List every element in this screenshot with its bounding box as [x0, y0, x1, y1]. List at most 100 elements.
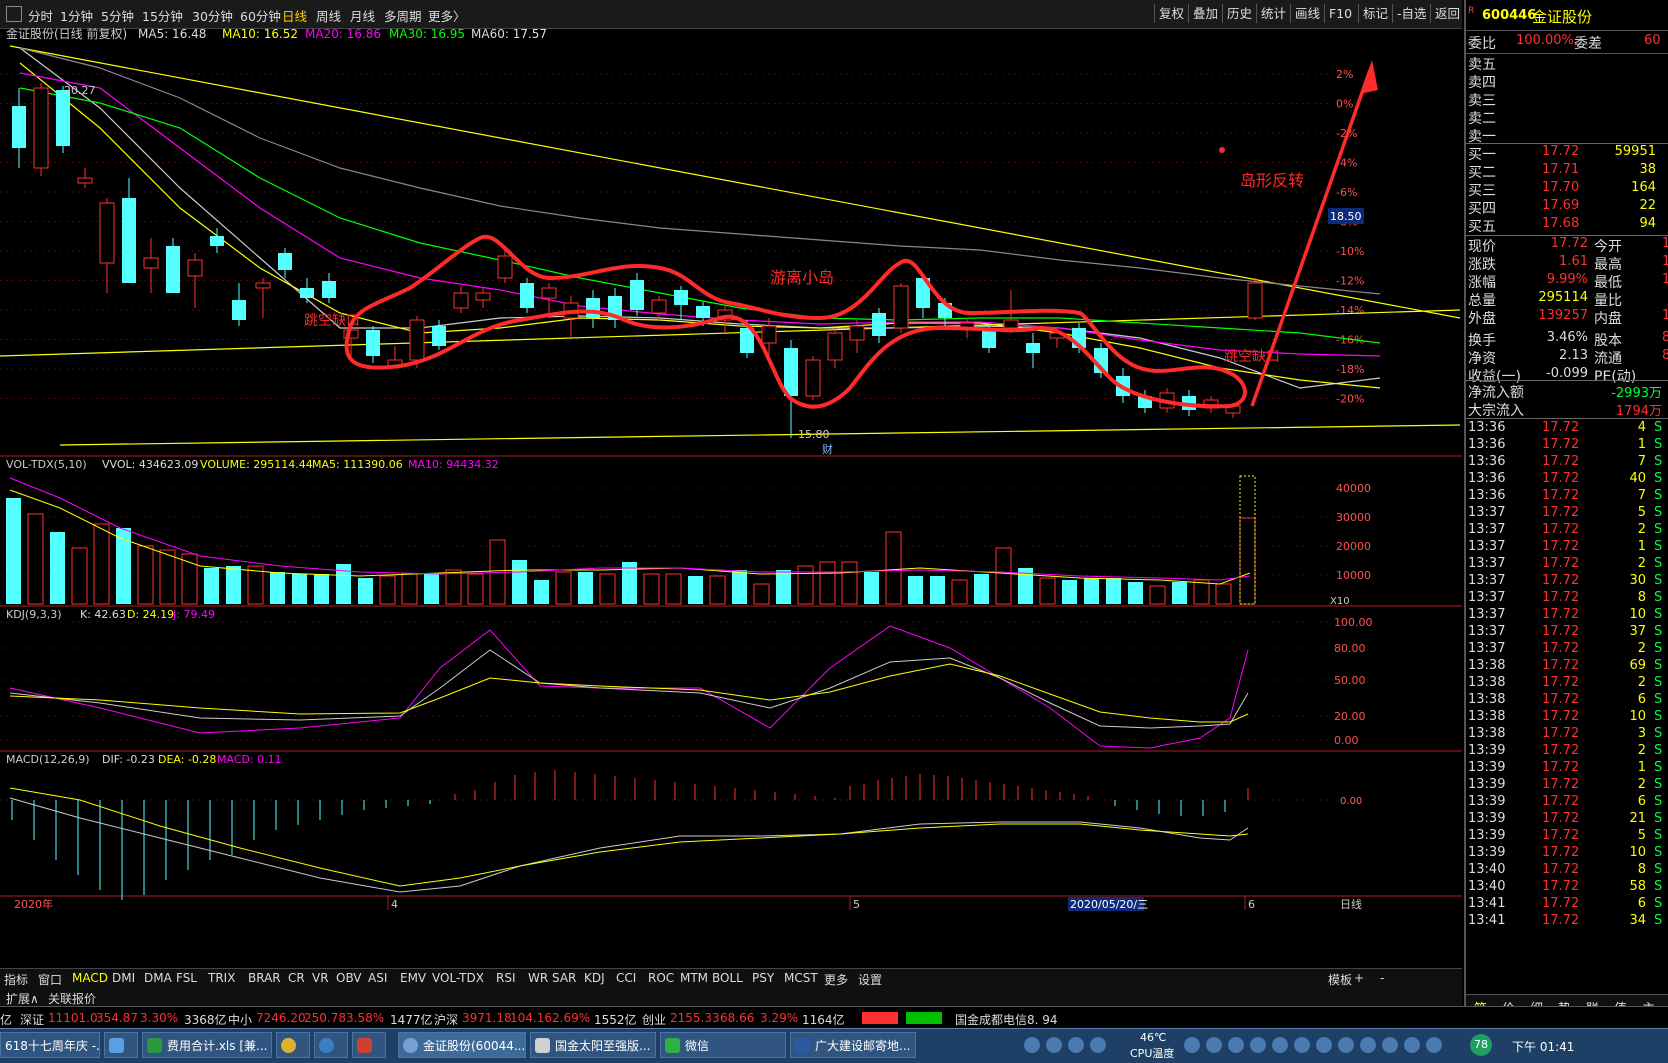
overlay-button[interactable]: 叠加	[1188, 4, 1222, 23]
indicator-tab-7[interactable]: BRAR	[248, 971, 281, 985]
volume-bar	[50, 532, 65, 604]
indicator-tab-11[interactable]: ASI	[368, 971, 387, 985]
indicator-tab-0[interactable]: 指标	[4, 971, 28, 988]
taskbar-item-guojin[interactable]: 国金太阳至强版...	[530, 1032, 656, 1058]
tab-30min[interactable]: 30分钟	[192, 6, 233, 25]
taskbar-item-0[interactable]: 618十七周年庆 -...	[0, 1032, 100, 1058]
tab-5min[interactable]: 5分钟	[101, 6, 134, 25]
volume-bar	[974, 574, 989, 604]
tab-more[interactable]: 更多〉	[428, 6, 466, 25]
tray-icon-8[interactable]	[1250, 1037, 1266, 1053]
indicator-tab-10[interactable]: OBV	[336, 971, 362, 985]
candle-body	[122, 198, 136, 283]
tab-monthly[interactable]: 月线	[350, 6, 375, 25]
f10-button[interactable]: F10	[1324, 4, 1356, 23]
taskbar-item-stock[interactable]: 金证股份(60044...	[398, 1032, 526, 1058]
tray-icon-13[interactable]	[1360, 1037, 1376, 1053]
volume-bar	[709, 575, 726, 605]
back-button[interactable]: 返回	[1430, 4, 1464, 23]
indicator-tab-18[interactable]: CCI	[616, 971, 636, 985]
taskbar-item-excel[interactable]: 费用合计.xls [兼...	[142, 1032, 272, 1058]
cursor-date: 2020/05/20/三	[1070, 898, 1148, 911]
tray-icon-15[interactable]	[1404, 1037, 1420, 1053]
tab-1min[interactable]: 1分钟	[60, 6, 93, 25]
taskbar-item-chrome[interactable]	[276, 1032, 310, 1058]
tab-60min[interactable]: 60分钟	[240, 6, 281, 25]
history-button[interactable]: 历史	[1222, 4, 1256, 23]
watchlist-button[interactable]: -自选	[1392, 4, 1431, 23]
tray-icon-7[interactable]	[1228, 1037, 1244, 1053]
mark-button[interactable]: 标记	[1358, 4, 1392, 23]
tray-icon-14[interactable]	[1382, 1037, 1398, 1053]
indicator-tab-3[interactable]: DMI	[112, 971, 135, 985]
indicator-tab-6[interactable]: TRIX	[208, 971, 235, 985]
gap-label-1: 跳空缺口	[304, 313, 360, 329]
taskbar-item-browser[interactable]	[104, 1032, 138, 1058]
volume-bar	[379, 575, 396, 605]
chart-area[interactable]: 2%0%-2%-4%-6%-8%-10%-12%-14%-16%-18%-20%…	[0, 26, 1476, 956]
volume-bar	[1128, 582, 1143, 604]
indicator-tab-8[interactable]: CR	[288, 971, 305, 985]
tab-15min[interactable]: 15分钟	[142, 6, 183, 25]
indicator-tab-12[interactable]: EMV	[400, 971, 426, 985]
kdj-axis-label: 20.00	[1334, 710, 1366, 723]
tray-icon-3[interactable]	[1068, 1037, 1084, 1053]
candle-body	[232, 300, 246, 320]
indicator-tab-5[interactable]: FSL	[176, 971, 197, 985]
tray-icon-12[interactable]	[1338, 1037, 1354, 1053]
volume-bar	[204, 568, 219, 604]
kline-chart[interactable]: 2%0%-2%-4%-6%-8%-10%-12%-14%-16%-18%-20%…	[0, 26, 1476, 968]
tray-icon-10[interactable]	[1294, 1037, 1310, 1053]
tray-icon-6[interactable]	[1206, 1037, 1222, 1053]
indicator-tab-22[interactable]: PSY	[752, 971, 774, 985]
window-icon[interactable]	[6, 6, 22, 22]
template-control-2[interactable]: -	[1380, 971, 1384, 985]
indicator-tab-9[interactable]: VR	[312, 971, 329, 985]
indicator-tab-16[interactable]: SAR	[552, 971, 576, 985]
vol-volume: VOLUME: 295114.44	[200, 458, 313, 471]
tab-weekly[interactable]: 周线	[316, 6, 341, 25]
stats-button[interactable]: 统计	[1256, 4, 1290, 23]
volume-bar	[445, 569, 462, 605]
tab-multi-period[interactable]: 多周期	[384, 6, 422, 25]
template-control-0[interactable]: 模板	[1328, 971, 1352, 988]
indicator-tab-1[interactable]: 窗口	[38, 971, 62, 988]
indicator-tab-15[interactable]: WR	[528, 971, 548, 985]
tray-icon-9[interactable]	[1272, 1037, 1288, 1053]
indicator-tab-19[interactable]: ROC	[648, 971, 674, 985]
tray-icon-4[interactable]	[1090, 1037, 1106, 1053]
expand-button[interactable]: 扩展∧	[6, 990, 39, 1007]
related-quote-button[interactable]: 关联报价	[48, 990, 96, 1007]
template-control-1[interactable]: +	[1354, 971, 1364, 985]
tray-icon-5[interactable]	[1184, 1037, 1200, 1053]
taskbar-item-word[interactable]: 广大建设邮寄地...	[790, 1032, 916, 1058]
security-badge[interactable]: 78	[1470, 1034, 1492, 1056]
indicator-tab-24[interactable]: 更多	[824, 971, 848, 988]
indicator-tab-13[interactable]: VOL-TDX	[432, 971, 484, 985]
draw-line-button[interactable]: 画线	[1290, 4, 1324, 23]
indicator-tab-2[interactable]: MACD	[72, 971, 108, 985]
indicator-tab-25[interactable]: 设置	[858, 971, 882, 988]
indicator-tab-21[interactable]: BOLL	[712, 971, 743, 985]
tab-fenshi[interactable]: 分时	[28, 6, 53, 25]
taskbar: 618十七周年庆 -... 费用合计.xls [兼... 金证股份(60044.…	[0, 1028, 1668, 1063]
tick-row: 13:37 17.72 10 S	[1468, 607, 1663, 622]
fuquan-button[interactable]: 复权	[1154, 4, 1188, 23]
indicator-tab-14[interactable]: RSI	[496, 971, 516, 985]
indicator-tab-23[interactable]: MCST	[784, 971, 818, 985]
taskbar-item-app2[interactable]	[352, 1032, 386, 1058]
vol-axis-label: 10000	[1336, 569, 1371, 582]
news-ticker[interactable]: 国金成都电信8. 94	[955, 1011, 1058, 1028]
indicator-tab-17[interactable]: KDJ	[584, 971, 605, 985]
clock[interactable]: 下午 01:41	[1512, 1038, 1574, 1055]
indicator-tab-20[interactable]: MTM	[680, 971, 708, 985]
tray-icon-2[interactable]	[1046, 1037, 1062, 1053]
indicator-tab-4[interactable]: DMA	[144, 971, 172, 985]
tab-daily[interactable]: 日线	[282, 6, 307, 25]
tray-icon-1[interactable]	[1024, 1037, 1040, 1053]
tray-icon-11[interactable]	[1316, 1037, 1332, 1053]
taskbar-item-app[interactable]	[314, 1032, 348, 1058]
candle-body	[805, 359, 821, 397]
taskbar-item-wechat[interactable]: 微信	[660, 1032, 786, 1058]
tray-icon-16[interactable]	[1426, 1037, 1442, 1053]
